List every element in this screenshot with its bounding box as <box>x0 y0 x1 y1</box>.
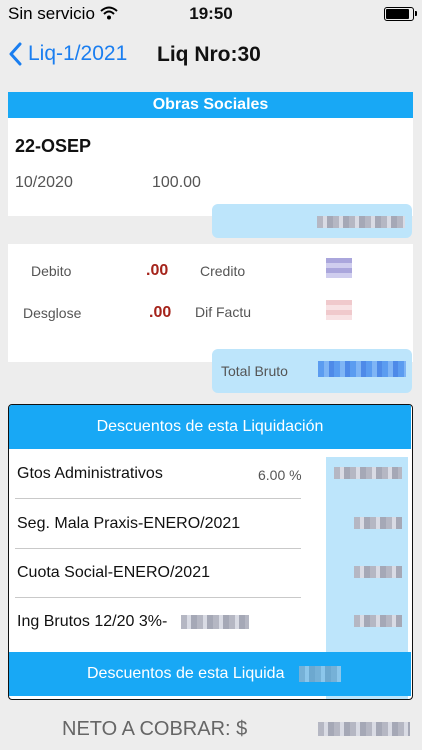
redacted-value <box>334 467 402 479</box>
neto-a-cobrar-label: NETO A COBRAR: $ <box>62 718 248 740</box>
chevron-left-icon <box>9 42 22 66</box>
back-button[interactable]: Liq-1/2021 <box>8 42 127 66</box>
table-row[interactable]: Ing Brutos 12/20 3%- <box>9 599 411 647</box>
obra-social-total <box>212 204 412 238</box>
redacted-value <box>318 361 406 377</box>
dif-factu-label: Dif Factu <box>195 304 252 320</box>
redacted-value <box>317 216 405 228</box>
table-row[interactable]: Cuota Social-ENERO/2021 <box>9 550 411 598</box>
redacted-value <box>181 615 249 629</box>
obras-sociales-card: Obras Sociales 22-OSEP 10/2020 100.00 <box>8 92 413 216</box>
redacted-value <box>354 566 402 578</box>
obras-sociales-header: Obras Sociales <box>8 92 413 118</box>
status-bar: Sin servicio 19:50 <box>0 0 422 28</box>
redacted-value <box>318 722 410 736</box>
debito-label: Debito <box>31 263 72 279</box>
row-label: Cuota Social-ENERO/2021 <box>17 564 210 581</box>
total-bruto-box: Total Bruto <box>212 349 412 393</box>
row-label: Seg. Mala Praxis-ENERO/2021 <box>17 515 241 532</box>
descuentos-footer-label: Descuentos de esta Liquida <box>87 665 285 682</box>
status-time: 19:50 <box>189 4 233 23</box>
row-percentage: 6.00 % <box>258 467 302 483</box>
desglose-value: .00 <box>149 304 172 321</box>
redacted-value <box>326 300 352 320</box>
table-row[interactable]: Seg. Mala Praxis-ENERO/2021 <box>9 501 411 549</box>
descuentos-header: Descuentos de esta Liquidación <box>9 405 411 449</box>
descuentos-table: Descuentos de esta Liquidación Gtos Admi… <box>8 404 413 700</box>
redacted-value <box>299 666 341 682</box>
row-label: Gtos Administrativos <box>17 465 163 482</box>
total-bruto-label: Total Bruto <box>221 363 288 379</box>
row-label: Ing Brutos 12/20 3%- <box>17 613 168 630</box>
obra-social-name: 22-OSEP <box>15 136 92 156</box>
battery-icon <box>384 7 417 21</box>
page-title: Liq Nro:30 <box>157 43 261 66</box>
summary-card: Debito .00 Credito Desglose .00 Dif Fact… <box>8 244 413 362</box>
back-button-label: Liq-1/2021 <box>28 42 128 65</box>
desglose-label: Desglose <box>23 305 82 321</box>
credito-label: Credito <box>200 263 246 279</box>
descuentos-footer: Descuentos de esta Liquida <box>9 652 411 696</box>
obra-social-period: 10/2020 <box>15 174 73 191</box>
debito-value: .00 <box>146 262 169 279</box>
redacted-value <box>326 258 352 278</box>
navigation-bar: Liq-1/2021 Liq Nro:30 <box>0 28 422 86</box>
obra-social-amount: 100.00 <box>152 174 201 191</box>
redacted-value <box>354 615 402 627</box>
redacted-value <box>354 517 402 529</box>
table-row[interactable]: Gtos Administrativos 6.00 % <box>9 451 411 499</box>
